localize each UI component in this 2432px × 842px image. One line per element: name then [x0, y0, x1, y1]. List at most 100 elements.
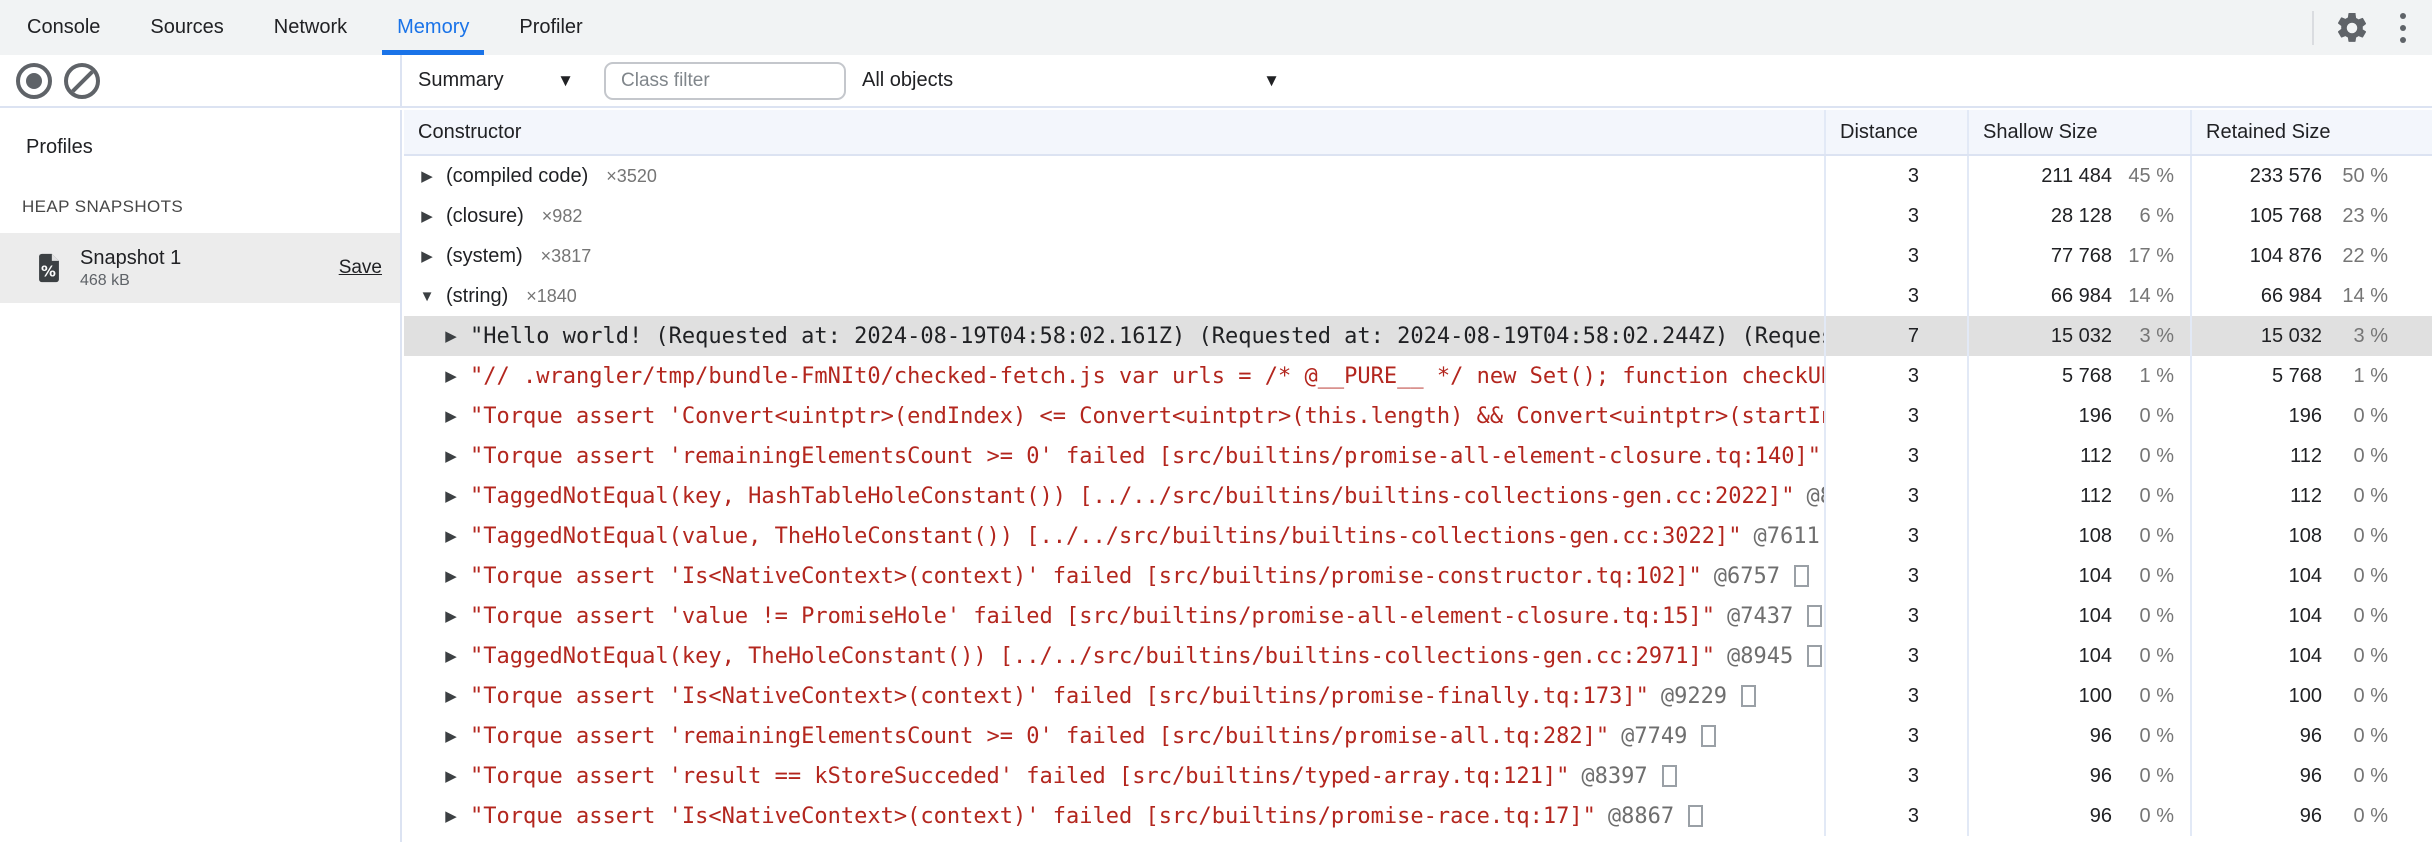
- retained-size-percent: 0 %: [2353, 644, 2388, 667]
- shallow-size-percent: 14 %: [2128, 284, 2174, 307]
- tab-network[interactable]: Network: [249, 0, 372, 55]
- expand-arrow-icon[interactable]: ▶: [438, 447, 464, 465]
- clear-profiles-icon[interactable]: [64, 62, 100, 99]
- tab-console[interactable]: Console: [2, 0, 125, 55]
- grid-row-string-object[interactable]: ▶ "Torque assert 'Is<NativeContext>(conte…: [404, 556, 2432, 596]
- shallow-size-cell: 104 0 %: [1967, 596, 2190, 636]
- retained-size-percent: 0 %: [2353, 764, 2388, 787]
- tab-profiler[interactable]: Profiler: [494, 0, 607, 55]
- grid-row-string-object[interactable]: ▶ "Torque assert 'result == kStoreSuccede…: [404, 756, 2432, 796]
- sidebar-item-snapshot-1[interactable]: % Snapshot 1 468 kB Save: [0, 233, 400, 303]
- shallow-size-cell: 77 768 17 %: [1967, 236, 2190, 276]
- instance-count: ×3520: [606, 165, 657, 186]
- retained-size-cell: 96 0 %: [2190, 716, 2432, 756]
- tab-bar-actions: [2312, 9, 2432, 47]
- constructor-cell: ▶ "Torque assert 'result == kStoreSuccede…: [404, 756, 1824, 796]
- expand-arrow-icon[interactable]: ▶: [438, 687, 464, 705]
- distance-cell: 7: [1824, 316, 1967, 356]
- shallow-size-value: 104: [2078, 644, 2112, 667]
- expand-arrow-icon[interactable]: ▶: [438, 647, 464, 665]
- objects-scope-select[interactable]: All objects ▼: [862, 69, 1280, 92]
- shallow-size-cell: 108 0 %: [1967, 516, 2190, 556]
- more-options-kebab-icon[interactable]: [2390, 9, 2416, 47]
- grid-row-string-object[interactable]: ▶ "TaggedNotEqual(key, HashTableHoleConst…: [404, 476, 2432, 516]
- object-id: @9229: [1660, 683, 1728, 709]
- expand-arrow-icon[interactable]: ▶: [438, 767, 464, 785]
- expand-arrow-icon[interactable]: ▶: [438, 807, 464, 825]
- shallow-size-value: 100: [2078, 684, 2112, 707]
- shallow-size-cell: 15 032 3 %: [1967, 316, 2190, 356]
- expand-arrow-icon[interactable]: ▶: [414, 207, 440, 225]
- shallow-size-percent: 0 %: [2139, 764, 2174, 787]
- grid-row-string-object[interactable]: ▶ "TaggedNotEqual(key, TheHoleConstant())…: [404, 636, 2432, 676]
- expand-arrow-icon[interactable]: ▶: [438, 527, 464, 545]
- expand-arrow-icon[interactable]: ▶: [438, 367, 464, 385]
- expand-arrow-icon[interactable]: ▶: [438, 327, 464, 345]
- shallow-size-percent: 0 %: [2139, 524, 2174, 547]
- grid-row-string-object[interactable]: ▶ "Torque assert 'Is<NativeContext>(conte…: [404, 796, 2432, 836]
- shallow-size-value: 5 768: [2061, 364, 2112, 387]
- settings-gear-icon[interactable]: [2334, 10, 2370, 46]
- column-header-constructor[interactable]: Constructor: [404, 110, 1824, 154]
- perspective-select[interactable]: Summary ▼: [418, 69, 574, 92]
- collapse-arrow-icon[interactable]: ▼: [414, 288, 440, 305]
- shallow-size-percent: 0 %: [2139, 444, 2174, 467]
- constructor-cell: ▶ "Torque assert 'remainingElementsCount …: [404, 716, 1824, 756]
- grid-row-constructor-group[interactable]: ▶ (compiled code) ×3520 3 211 484 45 % 233 576…: [404, 156, 2432, 196]
- expand-arrow-icon[interactable]: ▶: [438, 487, 464, 505]
- heap-snapshot-file-icon: %: [39, 253, 59, 283]
- grid-row-string-object[interactable]: ▶ "TaggedNotEqual(value, TheHoleConstant(…: [404, 516, 2432, 556]
- column-header-retained-size[interactable]: Retained Size: [2190, 110, 2432, 154]
- grid-row-constructor-group[interactable]: ▶ (system) ×3817 3 77 768 17 % 104 876 22 %: [404, 236, 2432, 276]
- retained-size-value: 104: [2288, 604, 2322, 627]
- expand-arrow-icon[interactable]: ▶: [414, 247, 440, 265]
- expand-arrow-icon[interactable]: ▶: [438, 727, 464, 745]
- column-header-shallow-size[interactable]: Shallow Size: [1967, 110, 2190, 154]
- shallow-size-cell: 96 0 %: [1967, 796, 2190, 836]
- record-heap-snapshot-icon[interactable]: [16, 62, 52, 99]
- grid-row-constructor-group[interactable]: ▶ (closure) ×982 3 28 128 6 % 105 768 23 %: [404, 196, 2432, 236]
- grid-row-string-object[interactable]: ▶ "Torque assert 'Convert<uintptr>(endInd…: [404, 396, 2432, 436]
- grid-row-string-object[interactable]: ▶ "Torque assert 'Is<NativeContext>(conte…: [404, 676, 2432, 716]
- retained-size-value: 96: [2299, 764, 2322, 787]
- column-header-distance[interactable]: Distance: [1824, 110, 1967, 154]
- grid-row-string-object[interactable]: ▶ "Torque assert 'remainingElementsCount …: [404, 716, 2432, 756]
- shallow-size-value: 112: [2080, 484, 2112, 507]
- snapshot-name: Snapshot 1: [80, 246, 182, 269]
- missing-glyph-box: [1661, 765, 1677, 787]
- grid-row-string-object[interactable]: ▶ "Torque assert 'remainingElementsCount …: [404, 436, 2432, 476]
- shallow-size-percent: 0 %: [2139, 404, 2174, 427]
- save-snapshot-link[interactable]: Save: [339, 257, 382, 279]
- retained-size-percent: 3 %: [2353, 324, 2388, 347]
- retained-size-percent: 0 %: [2353, 684, 2388, 707]
- distance-cell: 3: [1824, 396, 1967, 436]
- retained-size-percent: 14 %: [2342, 284, 2388, 307]
- distance-cell: 3: [1824, 556, 1967, 596]
- distance-cell: 3: [1824, 276, 1967, 316]
- grid-row-string-object[interactable]: ▶ "Hello world! (Requested at: 2024-08-19…: [404, 316, 2432, 356]
- expand-arrow-icon[interactable]: ▶: [438, 567, 464, 585]
- memory-panel-toolbar: Summary ▼ All objects ▼: [0, 55, 2432, 108]
- constructor-cell: ▶ "// .wrangler/tmp/bundle-FmNIt0/checked…: [404, 356, 1824, 396]
- class-filter-input[interactable]: [604, 61, 846, 100]
- retained-size-cell: 66 984 14 %: [2190, 276, 2432, 316]
- shallow-size-percent: 17 %: [2128, 244, 2174, 267]
- grid-row-constructor-group[interactable]: ▼ (string) ×1840 3 66 984 14 % 66 984 14 %: [404, 276, 2432, 316]
- retained-size-percent: 0 %: [2353, 804, 2388, 827]
- retained-size-value: 66 984: [2260, 284, 2322, 307]
- grid-row-string-object[interactable]: ▶ "// .wrangler/tmp/bundle-FmNIt0/checked…: [404, 356, 2432, 396]
- grid-row-string-object[interactable]: ▶ "Torque assert 'value != PromiseHole' f…: [404, 596, 2432, 636]
- shallow-size-percent: 0 %: [2139, 724, 2174, 747]
- shallow-size-percent: 0 %: [2139, 564, 2174, 587]
- retained-size-percent: 0 %: [2353, 564, 2388, 587]
- expand-arrow-icon[interactable]: ▶: [414, 167, 440, 185]
- shallow-size-value: 104: [2078, 604, 2112, 627]
- tab-sources[interactable]: Sources: [125, 0, 248, 55]
- expand-arrow-icon[interactable]: ▶: [438, 607, 464, 625]
- expand-arrow-icon[interactable]: ▶: [438, 407, 464, 425]
- retained-size-value: 233 576: [2249, 164, 2322, 187]
- retained-size-cell: 112 0 %: [2190, 476, 2432, 516]
- retained-size-cell: 15 032 3 %: [2190, 316, 2432, 356]
- tab-memory[interactable]: Memory: [372, 0, 494, 55]
- retained-size-value: 96: [2299, 804, 2322, 827]
